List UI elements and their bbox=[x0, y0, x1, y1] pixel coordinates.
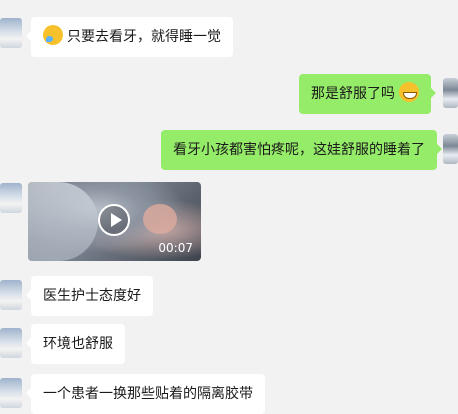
message-text: 一个患者一换那些贴着的隔离胶带 bbox=[43, 386, 253, 402]
message-bubble[interactable]: 环境也舒服 bbox=[26, 324, 125, 364]
message-text: 医生护士态度好 bbox=[43, 288, 141, 304]
own-avatar[interactable] bbox=[443, 134, 458, 164]
grin-emoji-icon bbox=[399, 82, 419, 102]
message-text: 看牙小孩都害怕疼呢，这娃舒服的睡着了 bbox=[173, 142, 425, 158]
video-message[interactable]: 00:07 bbox=[28, 182, 201, 261]
contact-avatar[interactable] bbox=[0, 328, 22, 358]
sleepy-emoji-icon bbox=[43, 25, 63, 45]
message-text: 环境也舒服 bbox=[43, 336, 113, 352]
video-duration: 00:07 bbox=[158, 241, 193, 255]
play-icon[interactable] bbox=[98, 204, 130, 236]
message-bubble[interactable]: 一个患者一换那些贴着的隔离胶带 bbox=[26, 374, 265, 414]
message-text: 只要去看牙，就得睡一觉 bbox=[67, 29, 221, 45]
video-thumbnail-figure bbox=[28, 182, 98, 261]
contact-avatar[interactable] bbox=[0, 280, 22, 310]
contact-avatar[interactable] bbox=[0, 378, 22, 408]
message-bubble[interactable]: 医生护士态度好 bbox=[26, 276, 153, 316]
contact-avatar[interactable] bbox=[0, 18, 22, 48]
message-bubble-own[interactable]: 那是舒服了吗 bbox=[299, 74, 436, 114]
message-bubble[interactable]: 只要去看牙，就得睡一觉 bbox=[26, 17, 233, 57]
video-thumbnail-face bbox=[143, 204, 177, 234]
own-avatar[interactable] bbox=[443, 78, 458, 108]
message-text: 那是舒服了吗 bbox=[311, 86, 395, 102]
message-bubble-own[interactable]: 看牙小孩都害怕疼呢，这娃舒服的睡着了 bbox=[161, 130, 442, 170]
contact-avatar[interactable] bbox=[0, 183, 22, 213]
